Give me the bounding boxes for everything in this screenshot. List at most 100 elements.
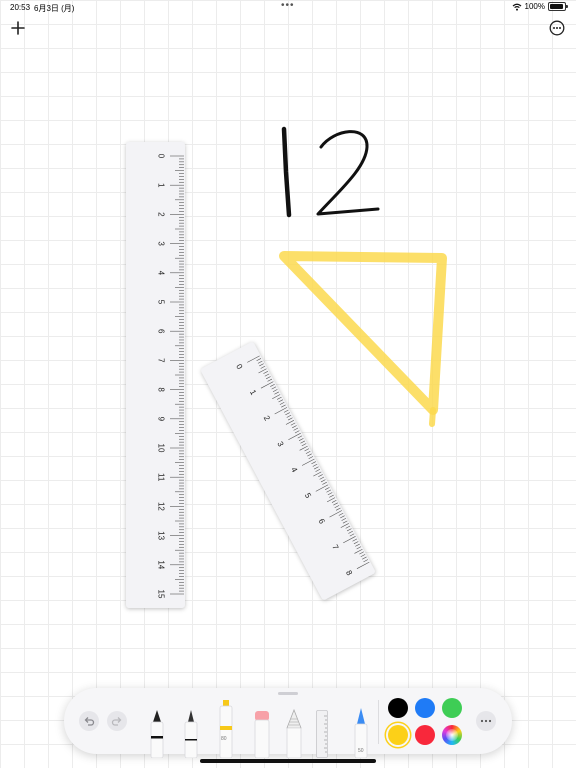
ruler-tick: [318, 474, 323, 478]
ruler-tick: [285, 420, 295, 425]
undo-button[interactable]: [79, 711, 99, 731]
ruler-tick: [329, 510, 343, 518]
ruler-tick: [319, 476, 325, 480]
ruler-tick: [305, 450, 311, 454]
ruler-diagonal-label: 1: [248, 388, 258, 397]
ruler-tick: [356, 561, 370, 569]
ruler-tick: [286, 414, 292, 418]
ruler-tick: [355, 543, 360, 547]
ruler-tick: [293, 427, 299, 431]
pencil-icon[interactable]: [285, 708, 303, 758]
color-black-swatch[interactable]: [388, 698, 408, 718]
ruler-tick: [301, 458, 315, 466]
redo-button[interactable]: [107, 711, 127, 731]
ruler-tick: [299, 445, 308, 451]
handwritten-12: [281, 126, 380, 218]
home-indicator[interactable]: [200, 759, 376, 763]
ruler-vertical-label: 15: [157, 590, 166, 599]
ruler-tick: [258, 368, 267, 374]
ruler-tick: [356, 546, 362, 550]
ruler-tick: [335, 507, 341, 511]
color-red-swatch[interactable]: [415, 725, 435, 745]
ruler-tick: [290, 422, 296, 426]
ruler-tick: [274, 391, 279, 395]
ruler-tick: [259, 363, 264, 367]
highlighter-triangle: [279, 251, 447, 415]
ruler-tick: [285, 412, 290, 416]
ruler-tick: [271, 386, 277, 390]
ruler-vertical-label: 13: [157, 531, 166, 540]
ruler-tick: [260, 381, 274, 389]
ruler-icon[interactable]: [316, 710, 328, 758]
ruler-tick: [348, 530, 353, 534]
ruler-tick: [264, 373, 270, 377]
ruler-tick: [267, 378, 273, 382]
pen-icon[interactable]: [148, 708, 166, 758]
ruler-diagonal-label: 7: [330, 543, 340, 552]
palette-more-button[interactable]: [476, 711, 496, 731]
ruler-tick: [257, 360, 263, 364]
palette-divider: [378, 700, 379, 744]
ruler-tick: [308, 456, 314, 460]
ruler-diagonal-label: 4: [289, 466, 299, 475]
ruler-diagonal-label: 6: [317, 517, 327, 526]
ruler-tick: [288, 432, 301, 441]
ruler-tick: [287, 417, 293, 421]
ruler-tick: [340, 523, 349, 528]
ruler-tick: [278, 399, 284, 403]
ruler-tick: [353, 541, 359, 545]
ruler-tick: [352, 538, 358, 542]
ruler-tick: [346, 528, 352, 532]
ruler-vertical-label: 6: [157, 329, 166, 334]
ruler-vertical-label: 12: [157, 502, 166, 511]
ruler-diagonal-label: 5: [303, 491, 313, 500]
ruler-tick: [340, 515, 345, 519]
ruler-vertical-label: 8: [157, 387, 166, 392]
monoline-icon[interactable]: [182, 708, 200, 758]
ruler-tick: [281, 404, 286, 408]
drawing-canvas[interactable]: [0, 0, 576, 768]
color-blue-swatch[interactable]: [415, 698, 435, 718]
ruler-tick: [297, 435, 303, 439]
ruler-tick: [326, 489, 332, 493]
ruler-diagonal-label: 2: [262, 414, 272, 423]
color-green-swatch[interactable]: [442, 698, 462, 718]
ruler-vertical-label: 10: [157, 444, 166, 453]
highlighter-icon[interactable]: [216, 696, 236, 758]
ruler-tick: [315, 484, 329, 492]
ruler-tick: [343, 536, 356, 544]
ruler-tick: [354, 548, 363, 554]
ruler-tick: [324, 487, 330, 490]
ruler-vertical-label: 3: [157, 241, 166, 246]
ruler-tick: [256, 358, 262, 362]
ruler-vertical-label: 2: [157, 212, 166, 217]
highlighter-width-label: 80: [221, 736, 227, 742]
palette-grabber[interactable]: [278, 692, 298, 695]
ruler-tick: [313, 471, 322, 477]
ruler-tick: [283, 409, 289, 413]
ruler-vertical[interactable]: 0 1 2 3 4 5 6 7 8 9 10 11 12 13 14 15: [126, 142, 185, 608]
ruler-vertical-label: 11: [157, 473, 166, 482]
ruler-tick: [338, 512, 344, 516]
ruler-tick: [320, 479, 326, 483]
ruler-tick: [327, 492, 333, 496]
ruler-diagonal-label: 8: [344, 569, 354, 578]
ruler-vertical-label: 7: [157, 358, 166, 363]
eraser-icon[interactable]: [252, 708, 272, 758]
undo-icon: [84, 717, 95, 726]
ellipsis-icon: [480, 719, 492, 723]
color-yellow-swatch[interactable]: [388, 725, 408, 745]
ruler-tick: [272, 389, 278, 392]
color-picker-swatch[interactable]: [442, 725, 462, 745]
ruler-tick: [311, 461, 316, 465]
ruler-diagonal-label: 0: [234, 363, 244, 372]
ruler-tick: [341, 518, 347, 521]
ruler-tick: [292, 425, 297, 429]
ruler-tick: [314, 466, 319, 470]
ruler-vertical-label: 4: [157, 271, 166, 276]
ruler-tick: [263, 371, 268, 374]
ruler-tick: [329, 494, 334, 498]
ruler-tick: [276, 396, 282, 400]
redo-icon: [111, 717, 122, 726]
ruler-tick: [322, 481, 327, 485]
